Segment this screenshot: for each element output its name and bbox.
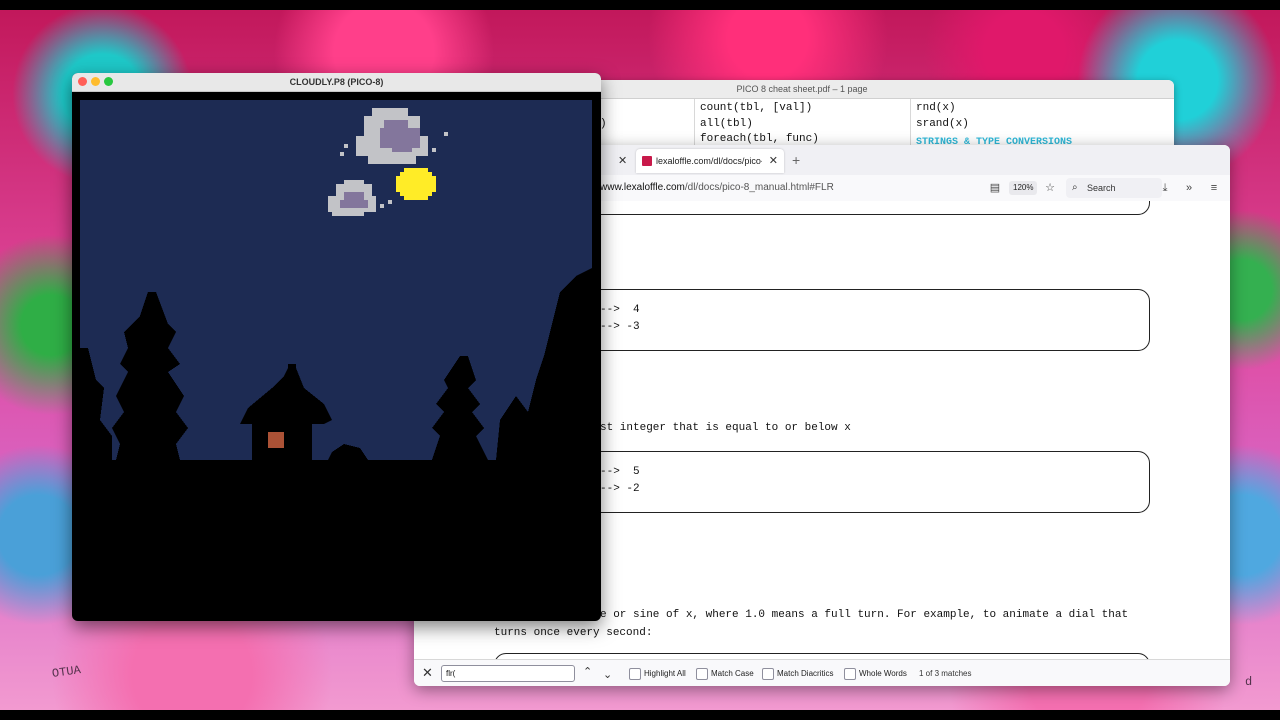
code-line: --> 5 bbox=[600, 466, 640, 478]
close-icon[interactable]: ✕ bbox=[422, 665, 433, 681]
search-input[interactable]: ⌕ Search bbox=[1066, 178, 1162, 198]
pdf-text: all(tbl) bbox=[700, 118, 753, 130]
highlight-all-label[interactable]: Highlight All bbox=[644, 660, 686, 686]
whole-words-checkbox[interactable] bbox=[844, 668, 856, 680]
url-path: /dl/docs/pico-8_manual.html#FLR bbox=[684, 182, 834, 193]
search-placeholder: Search bbox=[1087, 183, 1116, 193]
whole-words-label[interactable]: Whole Words bbox=[859, 660, 907, 686]
match-diacritics-label[interactable]: Match Diacritics bbox=[777, 660, 833, 686]
moon bbox=[396, 168, 436, 200]
zoom-level-badge[interactable]: 120% bbox=[1009, 181, 1038, 195]
night-scene bbox=[80, 100, 592, 612]
code-line: --> -2 bbox=[600, 483, 640, 495]
match-case-label[interactable]: Match Case bbox=[711, 660, 754, 686]
code-line: --> -3 bbox=[600, 321, 640, 333]
new-tab-plus-icon[interactable]: + bbox=[792, 149, 800, 171]
find-match-count: 1 of 3 matches bbox=[919, 669, 972, 678]
star-bookmark-icon[interactable]: ☆ bbox=[1042, 180, 1058, 196]
highlight-all-checkbox[interactable] bbox=[629, 668, 641, 680]
pico8-window-title: CLOUDLY.P8 (PICO-8) bbox=[289, 77, 384, 87]
find-bar: ✕ flr( ⌃ ⌄ Highlight All Match Case Matc… bbox=[414, 659, 1230, 686]
close-icon[interactable]: ✕ bbox=[769, 149, 778, 173]
tab-title: lexaloffle.com/dl/docs/pico-8_m bbox=[656, 156, 762, 166]
match-diacritics-checkbox[interactable] bbox=[762, 668, 774, 680]
reader-view-icon[interactable]: ▤ bbox=[987, 180, 1003, 196]
pdf-text: rnd(x) bbox=[916, 102, 956, 114]
lit-house-window bbox=[268, 432, 284, 448]
hamburger-menu-icon[interactable]: ≡ bbox=[1206, 180, 1222, 196]
cos-description: e or sine of x, where 1.0 means a full t… bbox=[600, 609, 1129, 621]
pdf-text: foreach(tbl, func) bbox=[700, 133, 819, 145]
close-icon[interactable]: ✕ bbox=[618, 149, 627, 173]
url-bar[interactable]: www.lexaloffle.com/dl/docs/pico-8_manual… bbox=[600, 175, 834, 201]
pico8-window: CLOUDLY.P8 (PICO-8) bbox=[72, 73, 601, 621]
find-previous-chevron-up-icon[interactable]: ⌃ bbox=[583, 665, 592, 678]
flr-description: st integer that is equal to or below x bbox=[600, 422, 851, 434]
pico8-titlebar: CLOUDLY.P8 (PICO-8) bbox=[72, 73, 601, 92]
url-host: www.lexaloffle.com bbox=[600, 182, 685, 193]
find-next-chevron-down-icon[interactable]: ⌄ bbox=[603, 668, 612, 681]
cos-description-cont: turns once every second: bbox=[494, 627, 653, 639]
code-example-box bbox=[564, 289, 1150, 351]
code-line: --> 4 bbox=[600, 304, 640, 316]
pico8-game-screen[interactable] bbox=[80, 100, 592, 612]
pdf-text: count(tbl, [val]) bbox=[700, 102, 813, 114]
tab-pico8-manual[interactable]: lexaloffle.com/dl/docs/pico-8_m ✕ bbox=[636, 149, 784, 173]
wallpaper-text-left: OTUA bbox=[51, 663, 82, 681]
pdf-text: srand(x) bbox=[916, 118, 969, 130]
download-icon[interactable]: ⤓ bbox=[1157, 180, 1173, 196]
overflow-chevrons-icon[interactable]: » bbox=[1181, 180, 1197, 196]
find-input[interactable]: flr( bbox=[441, 665, 575, 682]
wallpaper-text-right: d bbox=[1245, 675, 1253, 689]
lexaloffle-favicon-icon bbox=[642, 156, 652, 166]
code-example-box bbox=[564, 451, 1150, 513]
code-example-box bbox=[564, 201, 1150, 215]
search-icon: ⌕ bbox=[1072, 182, 1078, 193]
match-case-checkbox[interactable] bbox=[696, 668, 708, 680]
